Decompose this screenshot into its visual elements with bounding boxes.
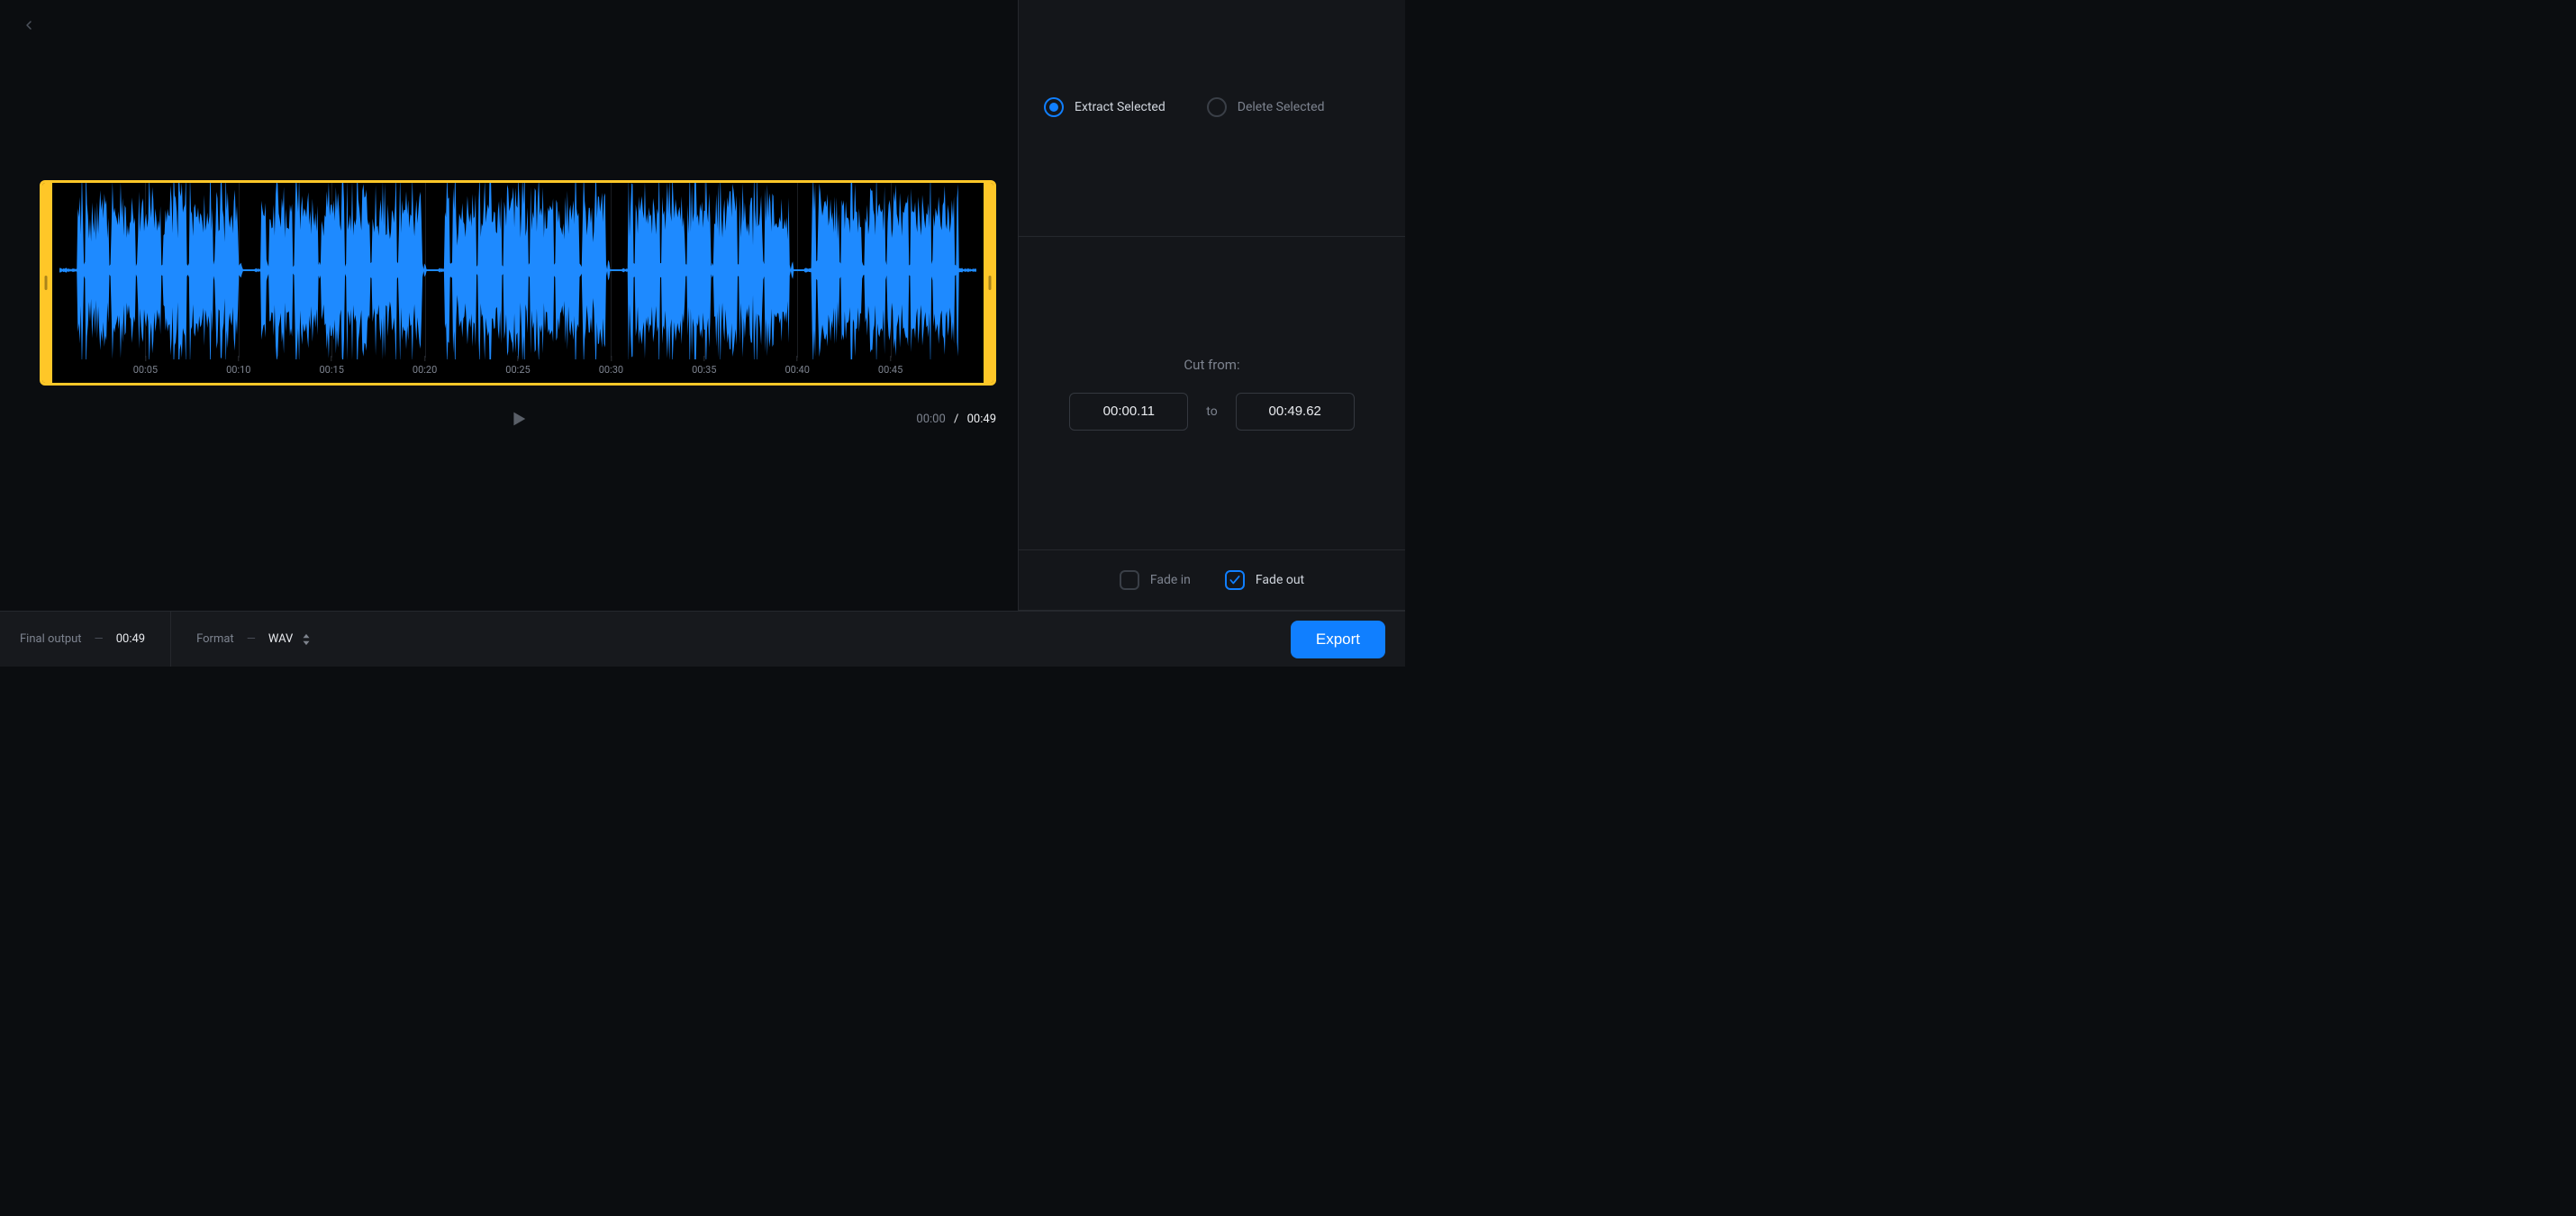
format-label: Format	[196, 632, 234, 646]
section-cut: Cut from: to	[1019, 237, 1405, 550]
checkbox-fade-out[interactable]: Fade out	[1225, 570, 1304, 590]
timecode: 00:00 / 00:49	[916, 413, 996, 426]
cut-from-label: Cut from:	[1184, 357, 1239, 373]
final-output-value: 00:49	[116, 632, 145, 646]
section-mode: Extract Selected Delete Selected	[1019, 0, 1405, 237]
radio-icon	[1044, 97, 1064, 117]
checkbox-icon	[1120, 570, 1139, 590]
time-separator: /	[948, 413, 964, 426]
canvas-area: 00:0500:1000:1500:2000:2500:3000:3500:40…	[0, 0, 1018, 611]
selection-handle-right[interactable]	[984, 180, 996, 386]
time-current: 00:00	[916, 413, 945, 426]
radio-extract-label: Extract Selected	[1075, 100, 1166, 114]
play-button[interactable]	[503, 404, 532, 433]
footer-divider	[170, 612, 171, 667]
final-output-label: Final output	[20, 632, 82, 646]
mode-radio-group: Extract Selected Delete Selected	[1044, 97, 1380, 117]
app-root: 00:0500:1000:1500:2000:2500:3000:3500:40…	[0, 0, 1405, 667]
waveform-icon	[59, 181, 976, 359]
section-fades: Fade in Fade out	[1019, 550, 1405, 611]
radio-delete-label: Delete Selected	[1238, 100, 1325, 114]
checkbox-fade-in[interactable]: Fade in	[1120, 570, 1191, 590]
cut-row: to	[1069, 393, 1354, 431]
time-total: 00:49	[967, 413, 996, 426]
radio-icon	[1207, 97, 1227, 117]
cut-from-input[interactable]	[1069, 393, 1188, 431]
export-button[interactable]: Export	[1291, 621, 1385, 658]
final-output-cell: Final output — 00:49	[20, 632, 145, 646]
transport-bar: 00:00 / 00:49	[40, 401, 996, 437]
format-cell: Format — WAV	[196, 632, 311, 646]
play-icon	[508, 409, 528, 429]
format-select[interactable]: WAV	[268, 632, 311, 646]
waveform-inner: 00:0500:1000:1500:2000:2500:3000:3500:40…	[52, 183, 984, 383]
checkbox-icon	[1225, 570, 1245, 590]
footer: Final output — 00:49 Format — WAV Export	[0, 611, 1405, 667]
radio-delete-selected[interactable]: Delete Selected	[1207, 97, 1325, 117]
main-row: 00:0500:1000:1500:2000:2500:3000:3500:40…	[0, 0, 1405, 611]
waveform-selection[interactable]: 00:0500:1000:1500:2000:2500:3000:3500:40…	[40, 180, 996, 386]
selection-handle-left[interactable]	[40, 180, 52, 386]
dash: —	[95, 632, 104, 646]
waveform-display	[52, 183, 984, 383]
dash: —	[247, 632, 256, 646]
export-label: Export	[1316, 631, 1360, 648]
fade-out-label: Fade out	[1256, 573, 1304, 587]
workspace: 00:0500:1000:1500:2000:2500:3000:3500:40…	[0, 0, 1018, 611]
stepper-icon	[302, 633, 311, 646]
sidebar: Extract Selected Delete Selected Cut fro…	[1018, 0, 1405, 611]
format-value: WAV	[268, 632, 293, 646]
radio-extract-selected[interactable]: Extract Selected	[1044, 97, 1166, 117]
cut-to-input[interactable]	[1236, 393, 1355, 431]
fade-in-label: Fade in	[1150, 573, 1191, 587]
cut-to-label: to	[1206, 404, 1217, 419]
